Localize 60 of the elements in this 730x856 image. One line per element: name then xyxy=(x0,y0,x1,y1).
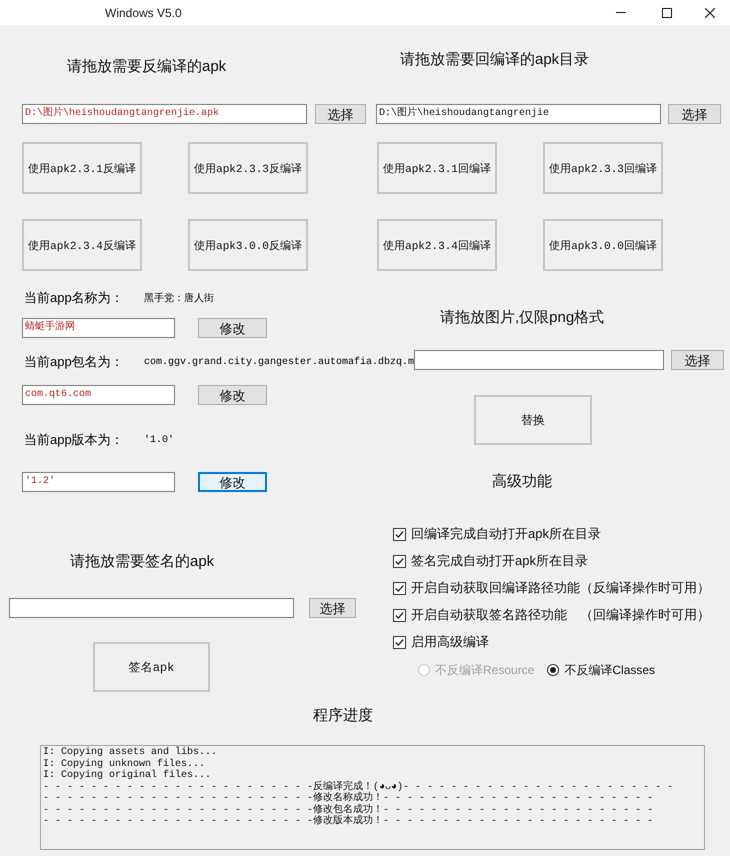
checkbox-label: 启用高级编译 xyxy=(411,633,489,651)
browse-button[interactable]: 选择 xyxy=(309,598,356,618)
checkbox[interactable] xyxy=(393,528,406,540)
info-label: 当前app包名为： xyxy=(24,353,125,371)
edit-button[interactable]: 修改 xyxy=(198,385,267,405)
radio-label: 不反编译Classes xyxy=(564,662,656,678)
browse-button[interactable]: 选择 xyxy=(668,104,721,124)
log-line: I: Copying assets and libs... xyxy=(43,747,218,758)
log-line: I: Copying original files... xyxy=(43,770,212,782)
recompile-button[interactable]: 使用apk2.3.4回编译 xyxy=(377,219,497,271)
log-line: - - - - - - - - - - - - - - - - - - - - - - -修改包名成功！- - - - - - - - - - - - - - - - - - - - - - - xyxy=(43,804,654,816)
decompile-button[interactable]: 使用apk3.0.0反编译 xyxy=(188,219,308,271)
recompile-button[interactable]: 使用apk2.3.1回编译 xyxy=(377,142,497,194)
replace-button[interactable]: 替换 xyxy=(474,395,592,445)
section-heading: 请拖放图片,仅限png格式 xyxy=(440,309,604,327)
decompile-button[interactable]: 使用apk2.3.4反编译 xyxy=(22,219,142,271)
edit-button[interactable]: 修改 xyxy=(198,318,267,338)
checkbox-label: 回编译完成自动打开apk所在目录 xyxy=(411,525,601,543)
apk-path-field[interactable] xyxy=(9,598,294,618)
radio-button[interactable] xyxy=(547,664,560,676)
checkbox[interactable] xyxy=(393,608,406,622)
close-icon xyxy=(705,8,715,18)
log-line: I: Copying unknown files... xyxy=(43,758,206,770)
log-line: - - - - - - - - - - - - - - - - - - - - - - -修改版本成功！- - - - - - - - - - - - - - - - - - - - - - - xyxy=(43,816,654,828)
checkbox-label: 开启自动获取回编译路径功能（反编译操作时可用） xyxy=(411,579,710,597)
decompile-button[interactable]: 使用apk2.3.1反编译 xyxy=(22,142,142,194)
section-heading: 请拖放需要签名的apk xyxy=(70,553,214,571)
checkbox[interactable] xyxy=(393,636,406,648)
recompile-button[interactable]: 使用apk3.0.0回编译 xyxy=(543,219,663,271)
info-label: 当前app版本为： xyxy=(24,431,125,449)
checkbox-label: 签名完成自动打开apk所在目录 xyxy=(411,552,588,570)
window-title: Windows V5.0 xyxy=(105,6,182,20)
text-field[interactable]: com.qt6.com xyxy=(22,385,175,405)
checkbox[interactable] xyxy=(393,582,406,594)
info-label: 当前app名称为： xyxy=(24,289,125,307)
edit-button[interactable]: 修改 xyxy=(198,472,267,492)
decompile-button[interactable]: 使用apk2.3.3反编译 xyxy=(188,142,308,194)
minimize-icon xyxy=(616,12,626,13)
section-heading: 高级功能 xyxy=(492,473,552,491)
directory-field[interactable]: D:\图片\heishoudangtangrenjie xyxy=(376,104,661,124)
section-heading: 请拖放需要回编译的apk目录 xyxy=(400,51,590,69)
log-line: - - - - - - - - - - - - - - - - - - - - - - -反编译完成！(◕ᴗ◕)- - - - - - - - - - - - - - - - - - - - - - - xyxy=(43,782,674,792)
info-value: '1.0' xyxy=(144,434,174,446)
recompile-button[interactable]: 使用apk2.3.3回编译 xyxy=(543,142,663,194)
section-heading: 请拖放需要反编译的apk xyxy=(67,58,226,76)
maximize-icon xyxy=(662,8,672,18)
checkbox-label: 开启自动获取签名路径功能 （回编译操作时可用） xyxy=(411,606,710,624)
browse-button[interactable]: 选择 xyxy=(671,350,724,370)
info-value: 黑手党：唐人街 xyxy=(144,292,214,305)
log-line: - - - - - - - - - - - - - - - - - - - - - - -修改名称成功！- - - - - - - - - - - - - - - - - - - - - - - xyxy=(43,793,654,804)
apk-path-field[interactable]: D:\图片\heishoudangtangrenjie.apk xyxy=(22,104,307,124)
sign-button[interactable]: 签名apk xyxy=(93,642,210,692)
image-path-field[interactable] xyxy=(414,350,664,370)
browse-button[interactable]: 选择 xyxy=(315,104,366,124)
radio-label: 不反编译Resource xyxy=(435,662,534,678)
info-value: com.ggv.grand.city.gangester.automafia.dbzq.m xyxy=(144,356,414,368)
section-heading: 程序进度 xyxy=(313,707,373,725)
text-field[interactable]: 蜻蜓手游网 xyxy=(22,318,175,338)
checkbox[interactable] xyxy=(393,554,406,568)
text-field[interactable]: '1.2' xyxy=(22,472,175,492)
